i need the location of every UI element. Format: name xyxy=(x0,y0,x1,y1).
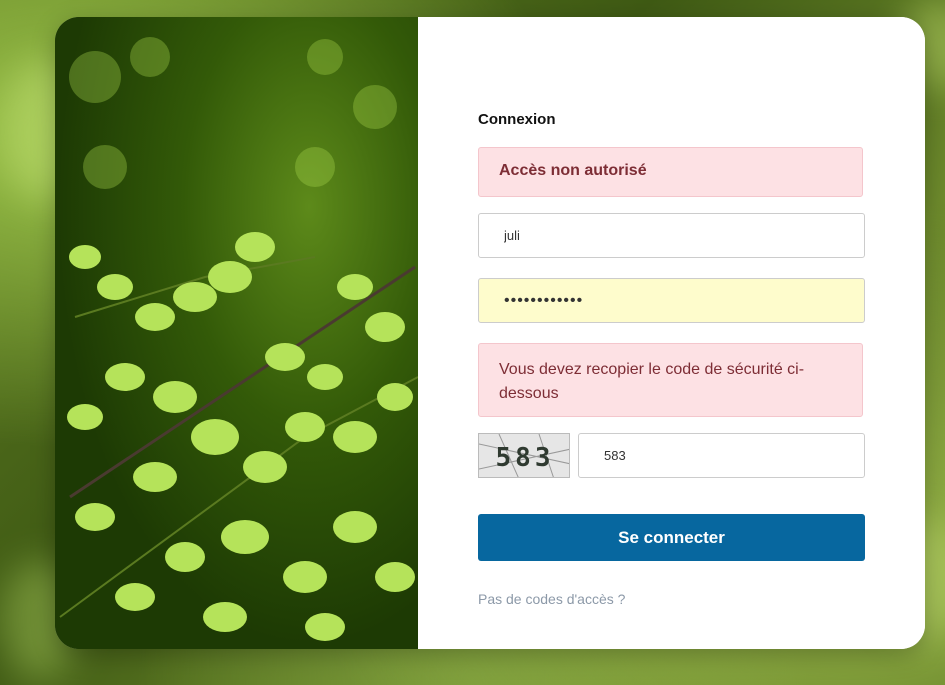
username-input[interactable] xyxy=(478,213,865,258)
fern-photo xyxy=(55,17,418,649)
captcha-image: 583 xyxy=(478,433,570,478)
fern-illustration xyxy=(59,37,418,641)
captcha-text: 583 xyxy=(496,443,555,473)
login-card: Connexion Accès non autorisé Vous devez … xyxy=(55,17,925,649)
no-access-codes-link[interactable]: Pas de codes d'accès ? xyxy=(478,591,625,607)
password-input[interactable] xyxy=(478,278,865,323)
login-title: Connexion xyxy=(478,111,556,128)
error-alert: Accès non autorisé xyxy=(478,147,863,197)
login-button[interactable]: Se connecter xyxy=(478,514,865,561)
captcha-error-alert: Vous devez recopier le code de sécurité … xyxy=(478,343,863,417)
captcha-input[interactable] xyxy=(578,433,865,478)
login-panel: Connexion Accès non autorisé Vous devez … xyxy=(418,17,925,649)
